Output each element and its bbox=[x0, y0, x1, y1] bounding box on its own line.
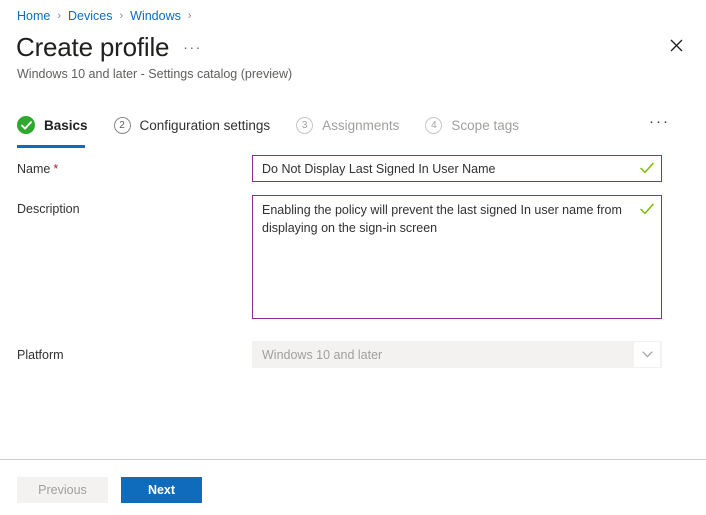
tab-assignments-label: Assignments bbox=[322, 117, 400, 133]
wizard-footer: Previous Next bbox=[17, 477, 202, 503]
previous-button[interactable]: Previous bbox=[17, 477, 108, 503]
step-number-4: 4 bbox=[425, 116, 443, 134]
close-button[interactable] bbox=[662, 34, 690, 62]
title-more-options-button[interactable]: ··· bbox=[183, 39, 202, 55]
tab-configuration-settings[interactable]: 2 Configuration settings bbox=[113, 112, 271, 146]
platform-select: Windows 10 and later bbox=[252, 341, 662, 368]
page-title: Create profile bbox=[16, 32, 170, 62]
field-row-description: Description bbox=[0, 195, 706, 324]
breadcrumb-item-devices[interactable]: Devices bbox=[68, 8, 112, 24]
tab-scope-tags-label: Scope tags bbox=[451, 117, 519, 133]
field-row-name: Name * bbox=[0, 155, 706, 182]
name-label-text: Name bbox=[17, 162, 51, 176]
breadcrumb-separator-icon: › bbox=[57, 10, 62, 22]
tab-assignments[interactable]: 3 Assignments bbox=[296, 112, 399, 146]
step-number-3: 3 bbox=[296, 116, 314, 134]
next-button[interactable]: Next bbox=[121, 477, 202, 503]
tab-configuration-settings-label: Configuration settings bbox=[139, 117, 271, 133]
breadcrumb-separator-icon: › bbox=[187, 10, 192, 22]
tab-scope-tags[interactable]: 4 Scope tags bbox=[425, 112, 519, 146]
active-tab-indicator bbox=[17, 145, 85, 148]
basics-form: Name* Description Platform bbox=[0, 155, 706, 381]
tab-basics-label: Basics bbox=[44, 117, 88, 133]
page-subtitle: Windows 10 and later - Settings catalog … bbox=[17, 67, 293, 81]
breadcrumb-separator-icon: › bbox=[119, 10, 124, 22]
breadcrumb: Home › Devices › Windows › bbox=[17, 8, 199, 24]
platform-control: Windows 10 and later bbox=[252, 341, 662, 368]
page-title-row: Create profile ··· bbox=[16, 32, 202, 62]
tab-basics[interactable]: Basics bbox=[17, 112, 88, 148]
field-row-platform: Platform Windows 10 and later bbox=[0, 341, 706, 368]
chevron-down-icon bbox=[634, 342, 660, 367]
description-input[interactable] bbox=[252, 195, 662, 319]
name-label: Name * bbox=[0, 155, 252, 177]
wizard-steps: Basics 2 Configuration settings 3 Assign… bbox=[17, 112, 690, 148]
step-number-2: 2 bbox=[113, 116, 131, 134]
name-control bbox=[252, 155, 662, 182]
name-input[interactable] bbox=[252, 155, 662, 182]
description-label: Description bbox=[17, 202, 80, 216]
breadcrumb-item-home[interactable]: Home bbox=[17, 8, 50, 24]
close-icon bbox=[670, 39, 683, 57]
breadcrumb-item-windows[interactable]: Windows bbox=[130, 8, 181, 24]
platform-selected-value: Windows 10 and later bbox=[262, 347, 383, 362]
platform-label: Platform bbox=[17, 348, 64, 362]
check-circle-icon bbox=[17, 116, 35, 134]
wizard-overflow-button[interactable]: ··· bbox=[649, 112, 690, 132]
footer-divider bbox=[0, 459, 706, 460]
description-control bbox=[252, 195, 662, 324]
required-indicator: * bbox=[53, 162, 59, 176]
